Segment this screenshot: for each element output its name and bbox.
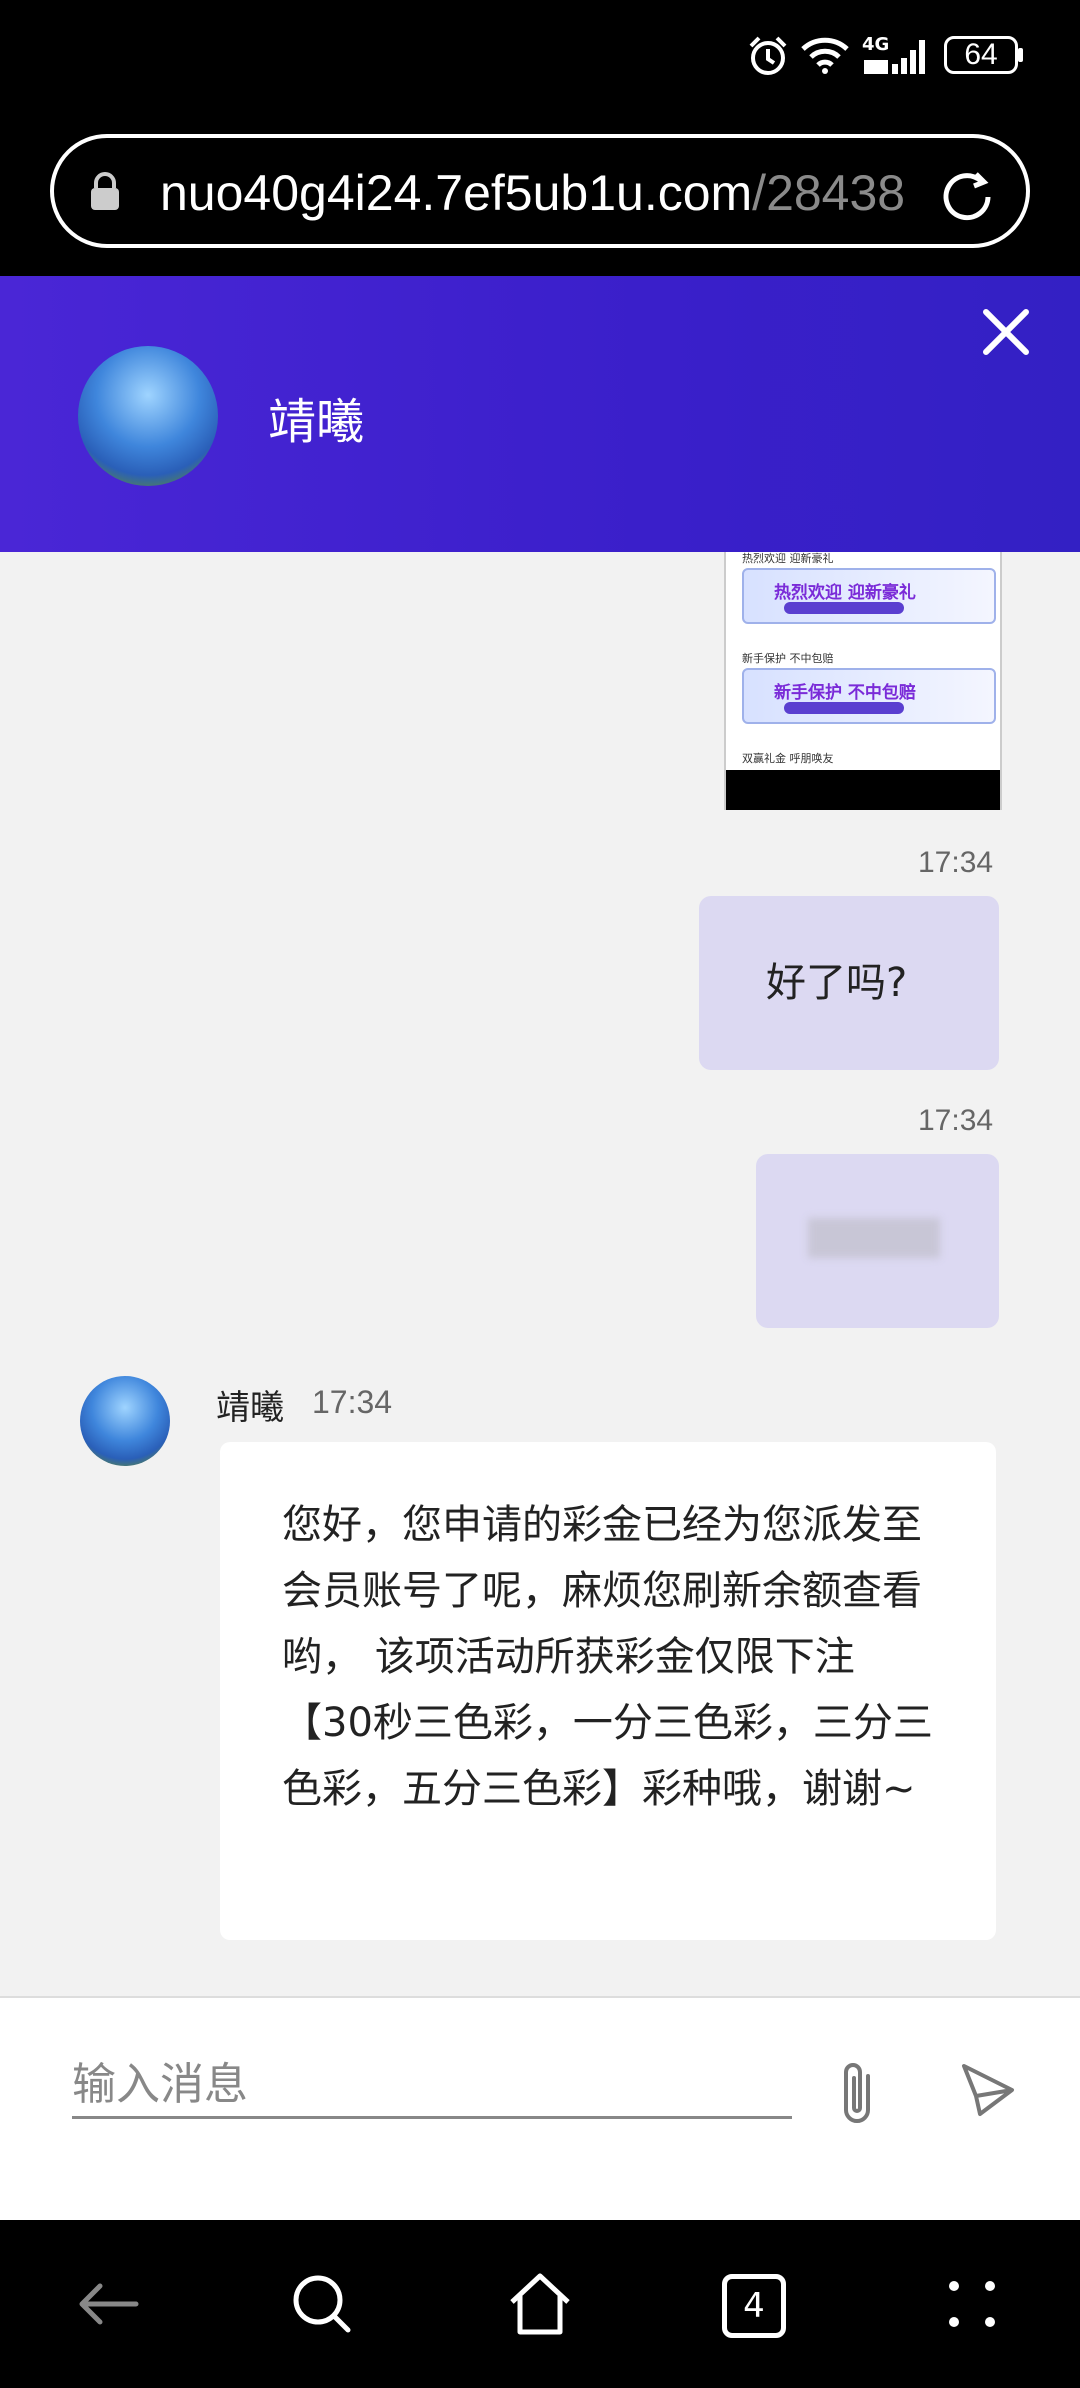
- message-text: 好了吗?: [766, 960, 908, 1006]
- search-icon[interactable]: [286, 2268, 358, 2340]
- battery-tip: [1018, 48, 1023, 62]
- wifi-icon: [801, 37, 849, 74]
- battery-indicator: 64: [944, 36, 1018, 74]
- chat-title: 靖曦: [268, 394, 365, 450]
- message-time: 17:34: [312, 1384, 393, 1420]
- send-icon[interactable]: [958, 2060, 1018, 2120]
- tabs-button[interactable]: 4: [722, 2274, 786, 2338]
- message-time: 17:34: [918, 1104, 994, 1137]
- message-text: 您好，您申请的彩金已经为您派发至会员账号了呢，麻烦您刷新余额查看哟， 该项活动所…: [282, 1502, 933, 1812]
- screenshot-banner: 热烈欢迎 迎新豪礼: [742, 568, 996, 624]
- sender-name: 靖曦: [216, 1388, 284, 1428]
- status-time: 5:35: [55, 29, 145, 81]
- home-icon[interactable]: [504, 2268, 576, 2340]
- reload-icon[interactable]: [936, 166, 998, 228]
- address-bar[interactable]: nuo40g4i24.7ef5ub1u.com/28438: [50, 134, 1030, 248]
- url-path: /28438: [752, 165, 906, 221]
- message-input[interactable]: [72, 2052, 792, 2119]
- screenshot-navbar: [726, 770, 1000, 810]
- signal-icon: [864, 40, 925, 74]
- agent-avatar: [78, 346, 218, 486]
- shared-screenshot-image[interactable]: 热烈欢迎 迎新豪礼 热烈欢迎 迎新豪礼 新手保护 不中包赔 新手保护 不中包赔 …: [724, 552, 1002, 810]
- url-text[interactable]: nuo40g4i24.7ef5ub1u.com/28438: [160, 164, 940, 222]
- blurred-image: [808, 1218, 940, 1258]
- screenshot-caption: 新手保护 不中包赔: [742, 652, 834, 665]
- screenshot-caption: 双赢礼金 呼朋唤友: [742, 752, 834, 765]
- alarm-icon: [749, 36, 787, 75]
- attachment-icon[interactable]: [830, 2058, 884, 2130]
- screenshot-caption: 热烈欢迎 迎新豪礼: [742, 552, 834, 565]
- url-host: nuo40g4i24.7ef5ub1u.com: [160, 165, 753, 221]
- back-icon[interactable]: [72, 2268, 144, 2340]
- menu-icon[interactable]: [936, 2268, 1008, 2340]
- lock-icon: [91, 172, 119, 210]
- close-icon[interactable]: [978, 304, 1034, 360]
- sender-avatar: [80, 1376, 170, 1466]
- screenshot-banner: 新手保护 不中包赔: [742, 668, 996, 724]
- message-time: 17:34: [918, 846, 994, 879]
